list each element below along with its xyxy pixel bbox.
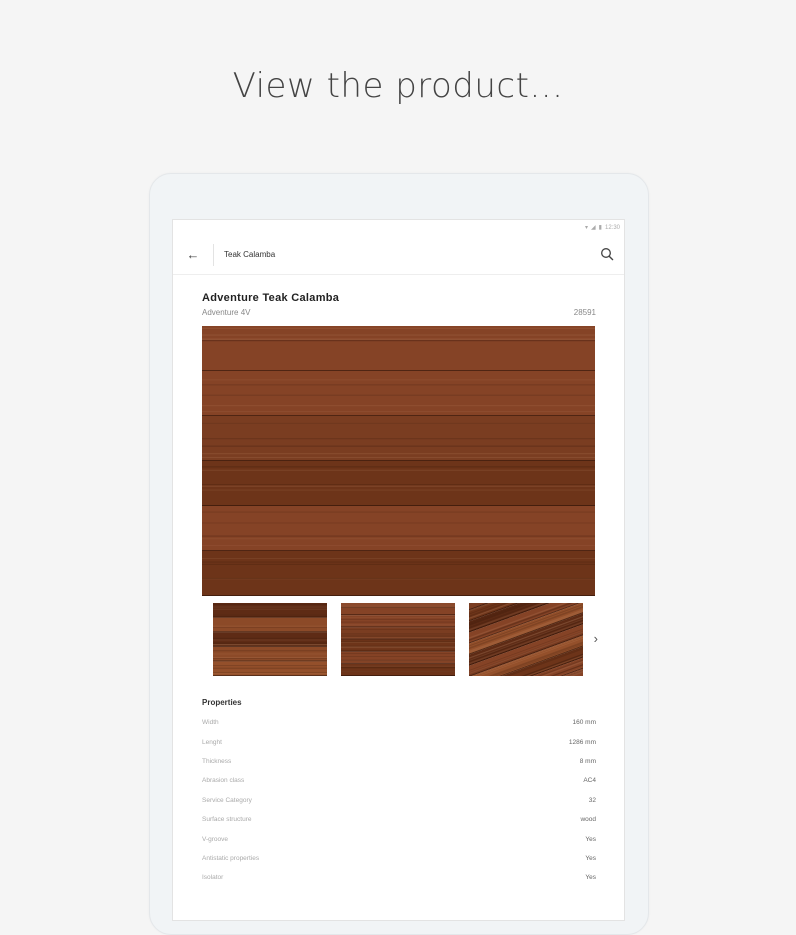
property-label: Abrasion class	[202, 777, 245, 785]
headline: View the product...	[232, 66, 564, 106]
property-label: Antistatic properties	[202, 854, 260, 862]
status-bar: ▾ ◢ ▮ 12:30	[173, 220, 624, 235]
search-icon[interactable]	[600, 247, 614, 261]
wood-texture	[202, 326, 595, 596]
signal-icon: ◢	[591, 225, 596, 231]
properties-heading: Properties	[202, 698, 242, 707]
properties-list: Width 160 mm Lenght 1286 mm Thickness 8 mm Abr…	[202, 713, 596, 888]
app-screen: ▾ ◢ ▮ 12:30 ← Teak Calamba Adventure Tea…	[172, 219, 625, 921]
property-value: Yes	[585, 874, 596, 882]
property-row: Service Category 32	[202, 791, 596, 810]
product-code: 28591	[573, 308, 596, 317]
thumbnail-strip: ›	[202, 603, 598, 676]
property-label: Service Category	[202, 796, 252, 804]
wood-texture	[341, 603, 455, 676]
wood-texture	[213, 603, 327, 676]
property-row: V-groove Yes	[202, 829, 596, 848]
product-title: Adventure Teak Calamba	[202, 292, 340, 304]
property-value: wood	[580, 816, 596, 824]
property-label: Isolator	[202, 874, 224, 882]
wood-texture	[469, 603, 583, 676]
property-value: 160 mm	[572, 719, 596, 727]
product-content: Adventure Teak Calamba Adventure 4V 2859…	[173, 292, 624, 888]
battery-icon: ▮	[598, 225, 602, 231]
property-value: Yes	[585, 835, 596, 843]
chevron-right-icon[interactable]: ›	[594, 631, 598, 646]
app-bar-divider	[213, 243, 214, 266]
wifi-icon: ▾	[585, 225, 589, 231]
property-label: Lenght	[202, 738, 222, 746]
product-subtitle-row: Adventure 4V 28591	[202, 308, 596, 317]
thumbnail-1[interactable]	[213, 603, 327, 676]
property-row: Surface structure wood	[202, 810, 596, 829]
app-bar: ← Teak Calamba	[173, 235, 624, 275]
thumbnail-2[interactable]	[341, 603, 455, 676]
status-time: 12:30	[604, 224, 620, 231]
property-row: Isolator Yes	[202, 868, 596, 887]
thumbnail-3[interactable]	[469, 603, 583, 676]
property-value: AC4	[583, 777, 596, 785]
property-row: Lenght 1286 mm	[202, 732, 596, 751]
property-value: Yes	[585, 854, 596, 862]
product-collection: Adventure 4V	[202, 308, 251, 317]
property-value: 32	[588, 796, 596, 804]
property-label: Surface structure	[202, 816, 252, 824]
arrow-left-icon: ←	[186, 247, 200, 262]
property-value: 1286 mm	[568, 738, 596, 746]
property-row: Width 160 mm	[202, 713, 596, 732]
product-hero-image[interactable]	[202, 326, 595, 596]
property-row: Thickness 8 mm	[202, 752, 596, 771]
property-row: Abrasion class AC4	[202, 771, 596, 790]
property-label: V-groove	[202, 835, 229, 843]
property-label: Width	[202, 719, 219, 727]
property-row: Antistatic properties Yes	[202, 849, 596, 868]
property-label: Thickness	[202, 757, 232, 765]
property-value: 8 mm	[579, 757, 596, 765]
app-bar-title: Teak Calamba	[224, 250, 276, 259]
back-button[interactable]: ←	[173, 235, 213, 274]
